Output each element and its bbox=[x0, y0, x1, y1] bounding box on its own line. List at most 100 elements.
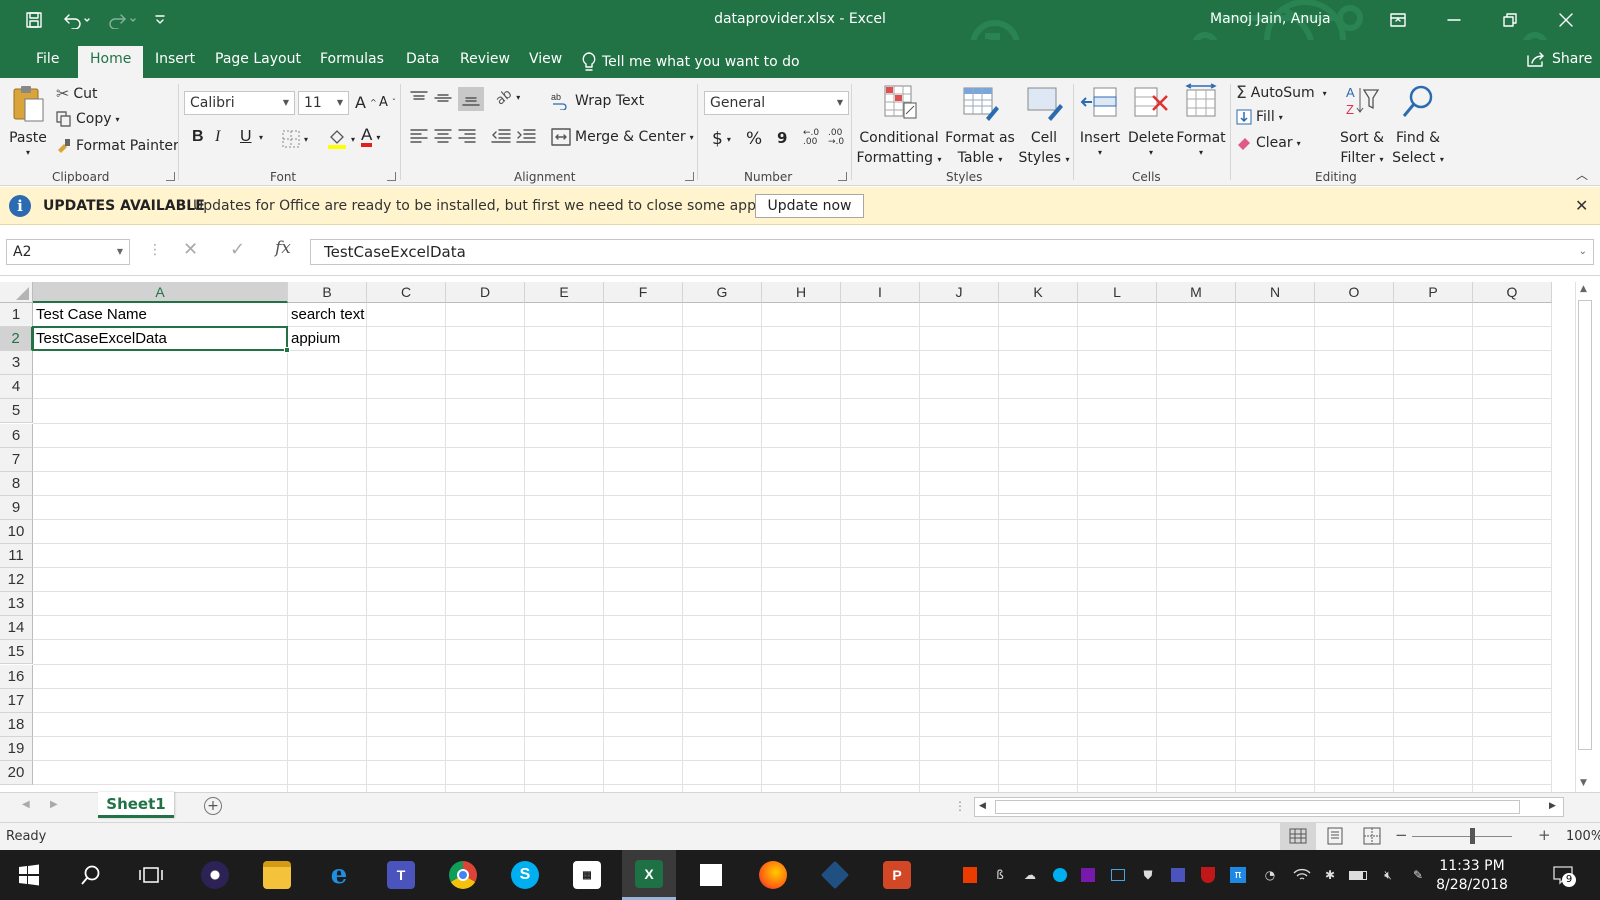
edge-icon[interactable]: e bbox=[312, 850, 366, 900]
vertical-scroll-thumb[interactable] bbox=[1578, 300, 1592, 750]
font-size-dropdown[interactable]: 11 ▼ bbox=[298, 91, 349, 115]
cell-B2[interactable]: appium bbox=[288, 327, 367, 351]
wrap-text-button[interactable]: ab Wrap Text bbox=[551, 92, 644, 110]
tell-me-box[interactable]: Tell me what you want to do bbox=[582, 52, 800, 72]
align-center-icon[interactable] bbox=[434, 128, 452, 144]
column-header-d[interactable]: D bbox=[446, 282, 525, 303]
number-format-dropdown[interactable]: General ▼ bbox=[704, 91, 849, 115]
scroll-left-icon[interactable]: ◀ bbox=[979, 801, 986, 811]
cut-button[interactable]: ✂ Cut bbox=[56, 84, 98, 103]
search-icon[interactable] bbox=[64, 850, 118, 900]
fill-handle[interactable] bbox=[284, 347, 290, 354]
sourcetree-icon[interactable] bbox=[808, 850, 862, 900]
row-header-13[interactable]: 13 bbox=[0, 592, 33, 617]
row-header-1[interactable]: 1 bbox=[0, 303, 33, 327]
column-header-c[interactable]: C bbox=[367, 282, 446, 303]
scroll-up-icon[interactable]: ▲ bbox=[1580, 284, 1587, 294]
align-right-icon[interactable] bbox=[458, 128, 476, 144]
format-as-table-button[interactable]: Format as Table ▾ bbox=[944, 82, 1016, 170]
cancel-icon[interactable]: ✕ bbox=[183, 239, 198, 260]
column-header-f[interactable]: F bbox=[604, 282, 683, 303]
next-sheet-icon[interactable]: ▶ bbox=[50, 799, 58, 810]
row-header-4[interactable]: 4 bbox=[0, 375, 33, 400]
zoom-out-icon[interactable]: − bbox=[1395, 826, 1408, 844]
skype-tray-icon[interactable] bbox=[1050, 865, 1070, 885]
paste-button[interactable]: Paste ▾ bbox=[6, 84, 50, 158]
office-tray-icon[interactable] bbox=[960, 865, 980, 885]
powerpoint-icon[interactable]: P bbox=[870, 850, 924, 900]
conditional-formatting-button[interactable]: Conditional Formatting ▾ bbox=[856, 82, 942, 170]
horizontal-scroll-thumb[interactable] bbox=[995, 800, 1520, 814]
tab-insert[interactable]: Insert bbox=[143, 48, 207, 78]
column-header-i[interactable]: I bbox=[841, 282, 920, 303]
row-header-2[interactable]: 2 bbox=[0, 327, 33, 352]
bold-button[interactable]: B bbox=[192, 128, 204, 146]
minimize-icon[interactable] bbox=[1426, 0, 1482, 40]
close-icon[interactable]: ✕ bbox=[1575, 196, 1588, 215]
decrease-decimal-button[interactable]: .00 →.0 bbox=[828, 129, 844, 147]
add-sheet-icon[interactable]: + bbox=[204, 797, 222, 815]
share-button[interactable]: Share bbox=[1526, 50, 1592, 68]
redo-icon[interactable] bbox=[102, 8, 142, 32]
column-header-h[interactable]: H bbox=[762, 282, 841, 303]
column-header-k[interactable]: K bbox=[999, 282, 1078, 303]
row-header-17[interactable]: 17 bbox=[0, 688, 33, 713]
worksheet-grid[interactable]: ABCDEFGHIJKLMNOPQ 1 2 3 4 5 6 7 8 9 10 11 12 13 14 15 1… bbox=[0, 282, 1575, 792]
wifi-icon[interactable] bbox=[1292, 865, 1312, 885]
row-header-7[interactable]: 7 bbox=[0, 447, 33, 472]
top-align-icon[interactable] bbox=[410, 90, 428, 106]
formula-input[interactable]: TestCaseExcelData ⌄ bbox=[310, 239, 1594, 265]
volume-muted-icon[interactable]: 🔇︎ bbox=[1378, 865, 1398, 885]
row-header-8[interactable]: 8 bbox=[0, 471, 33, 496]
user-name[interactable]: Manoj Jain, Anuja bbox=[1210, 11, 1331, 27]
update-now-button[interactable]: Update now bbox=[755, 194, 864, 218]
clear-button[interactable]: Clear ▾ bbox=[1236, 135, 1301, 151]
delete-cells-button[interactable]: Delete ▾ bbox=[1126, 82, 1176, 158]
eclipse-icon[interactable] bbox=[188, 850, 242, 900]
row-header-20[interactable]: 20 bbox=[0, 760, 33, 785]
onedrive-icon[interactable]: ☁ bbox=[1020, 865, 1040, 885]
teams-tray-icon[interactable] bbox=[1168, 865, 1188, 885]
font-name-dropdown[interactable]: Calibri ▼ bbox=[184, 91, 295, 115]
column-header-b[interactable]: B bbox=[288, 282, 367, 303]
autosum-button[interactable]: Σ AutoSum ▾ bbox=[1236, 83, 1327, 103]
increase-font-size-icon[interactable]: A ^ bbox=[355, 93, 377, 112]
firefox-icon[interactable] bbox=[746, 850, 800, 900]
undo-icon[interactable] bbox=[56, 8, 96, 32]
column-header-a[interactable]: A bbox=[33, 282, 288, 303]
accounting-format-button[interactable]: $ ▾ bbox=[712, 129, 731, 149]
column-header-e[interactable]: E bbox=[525, 282, 604, 303]
row-header-15[interactable]: 15 bbox=[0, 640, 33, 665]
scroll-down-icon[interactable]: ▼ bbox=[1580, 778, 1587, 788]
row-header-3[interactable]: 3 bbox=[0, 351, 33, 376]
orientation-icon[interactable]: ab ▾ bbox=[493, 87, 520, 109]
row-header-18[interactable]: 18 bbox=[0, 712, 33, 737]
insert-cells-button[interactable]: Insert ▾ bbox=[1076, 82, 1124, 158]
sort-filter-button[interactable]: AZ Sort & Filter ▾ bbox=[1336, 82, 1388, 170]
column-header-p[interactable]: P bbox=[1394, 282, 1473, 303]
vertical-scrollbar[interactable]: ▲ ▼ bbox=[1575, 282, 1594, 792]
tab-page-layout[interactable]: Page Layout bbox=[203, 48, 313, 78]
close-window-icon[interactable] bbox=[1538, 0, 1594, 40]
insert-function-icon[interactable]: fx bbox=[275, 238, 291, 258]
excel-icon[interactable]: X bbox=[622, 850, 676, 900]
number-launcher-icon[interactable] bbox=[838, 172, 847, 181]
mcafee-tray-icon[interactable] bbox=[1198, 865, 1218, 885]
underline-dropdown-icon[interactable]: ▾ bbox=[259, 133, 263, 142]
font-color-button[interactable]: A ▾ bbox=[361, 126, 380, 147]
sheet-tab-sheet1[interactable]: Sheet1 bbox=[98, 792, 174, 818]
zoom-level[interactable]: 100% bbox=[1566, 829, 1600, 844]
row-header-5[interactable]: 5 bbox=[0, 399, 33, 424]
bluetooth-devices-tray-icon[interactable]: ß bbox=[990, 865, 1010, 885]
pen-icon[interactable]: ✎ bbox=[1408, 865, 1428, 885]
bluetooth-icon[interactable]: ✱ bbox=[1320, 865, 1340, 885]
previous-sheet-icon[interactable]: ◀ bbox=[22, 799, 30, 810]
clipboard-launcher-icon[interactable] bbox=[166, 172, 175, 181]
zoom-slider-track[interactable] bbox=[1412, 836, 1512, 837]
fill-color-button[interactable]: ▾ bbox=[327, 128, 355, 150]
action-center-icon[interactable]: 9 bbox=[1550, 865, 1576, 887]
row-header-12[interactable]: 12 bbox=[0, 568, 33, 593]
chrome-icon[interactable] bbox=[436, 850, 490, 900]
merge-center-button[interactable]: Merge & Center ▾ bbox=[551, 128, 694, 146]
font-launcher-icon[interactable] bbox=[387, 172, 396, 181]
